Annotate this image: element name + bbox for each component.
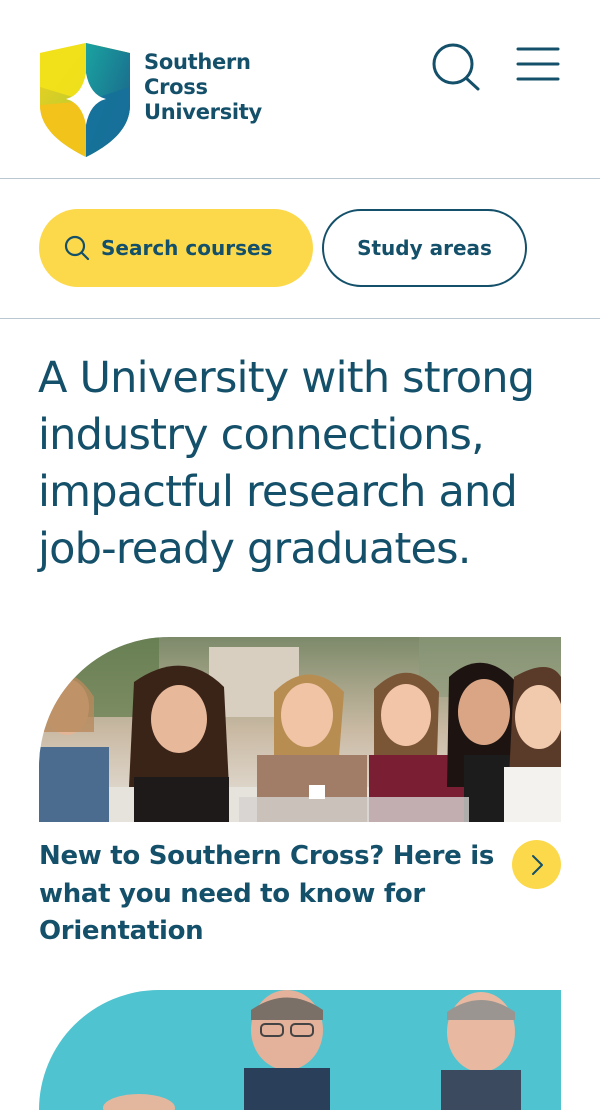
hamburger-menu-icon bbox=[516, 47, 560, 81]
university-shield-logo-icon bbox=[40, 43, 130, 157]
search-courses-label: Search courses bbox=[101, 236, 273, 260]
wordmark-line-1: Southern bbox=[144, 50, 251, 74]
header-menu-button[interactable] bbox=[512, 42, 564, 88]
university-logo-link[interactable] bbox=[38, 43, 134, 163]
students-photo-illustration bbox=[39, 637, 561, 822]
wordmark-line-2: Cross bbox=[144, 75, 208, 99]
staff-photo-illustration bbox=[39, 990, 561, 1110]
chevron-right-icon bbox=[531, 854, 543, 875]
staff-portraits-photo[interactable] bbox=[39, 990, 561, 1110]
wordmark-line-3: University bbox=[144, 100, 262, 124]
site-header: Southern Cross University bbox=[0, 0, 600, 179]
search-icon bbox=[64, 235, 90, 261]
study-areas-label: Study areas bbox=[357, 236, 492, 260]
quick-actions-bar: Search courses Study areas bbox=[0, 179, 600, 319]
group-of-smiling-students-photo[interactable] bbox=[39, 637, 561, 822]
study-areas-button[interactable]: Study areas bbox=[322, 209, 527, 287]
hero-headline: A University with strong industry connec… bbox=[38, 353, 535, 574]
search-courses-button[interactable]: Search courses bbox=[39, 209, 313, 287]
orientation-card-arrow-button[interactable] bbox=[512, 840, 561, 889]
search-icon bbox=[432, 43, 480, 91]
orientation-card-title[interactable]: New to Southern Cross? Here is what you … bbox=[39, 838, 499, 951]
header-search-button[interactable] bbox=[426, 40, 484, 94]
university-wordmark: Southern Cross University bbox=[144, 50, 262, 125]
